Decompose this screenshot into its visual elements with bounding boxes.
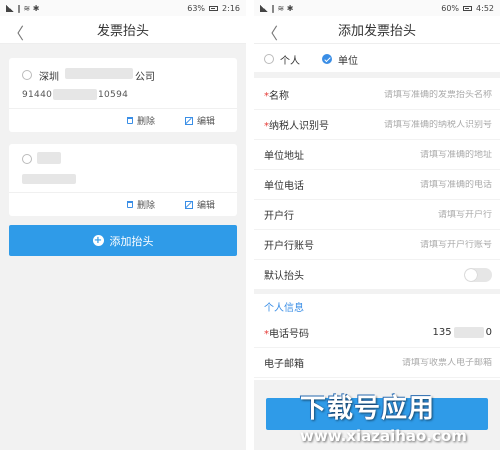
bank-account-input[interactable] [352, 239, 492, 250]
page-title: 添加发票抬头 [337, 24, 416, 39]
delete-button[interactable]: 删除 [127, 198, 155, 211]
watermark: 下载号应用 www.xiazaihao.com [300, 388, 498, 448]
address-input[interactable] [352, 149, 492, 160]
invoice-title-card[interactable]: 深圳 公司 91440 10594 删除 编辑 [9, 58, 237, 132]
invoice-title-list-screen: ∥ ≋ ✱ 63% 2:16 〈 发票抬头 深圳 公司 91440 10594 … [0, 0, 246, 450]
watermark-logo: 下载号应用 [300, 394, 436, 424]
battery-icon [209, 5, 219, 11]
edit-button[interactable]: 编辑 [185, 198, 215, 211]
field-tax-id: *纳税人识别号 [254, 110, 500, 140]
field-label: 单位地址 [264, 151, 304, 162]
nav-bar: 〈 添加发票抬头 [254, 16, 500, 44]
field-label: 开户行 [264, 211, 294, 222]
invoice-title-card[interactable]: 删除 编辑 [9, 144, 237, 216]
company-name-suffix: 公司 [135, 72, 155, 83]
plus-icon: + [92, 235, 104, 246]
tax-id-input[interactable] [352, 119, 492, 130]
back-icon[interactable]: 〈 [262, 20, 278, 44]
field-name: *名称 [254, 80, 500, 110]
field-label: 开户行账号 [264, 241, 314, 252]
field-address: 单位地址 [254, 140, 500, 170]
field-label: 单位电话 [264, 181, 304, 192]
field-label: 电子邮箱 [264, 359, 304, 370]
status-icons: ∥ ≋ ✱ [271, 3, 294, 13]
edit-button[interactable]: 编辑 [185, 114, 215, 127]
field-bank-account: 开户行账号 [254, 230, 500, 260]
battery-icon [463, 5, 473, 11]
status-time: 2:16 [222, 3, 240, 13]
back-icon[interactable]: 〈 [8, 20, 24, 44]
tax-number-suffix: 10594 [98, 90, 129, 100]
redacted-block [37, 152, 61, 164]
redacted-block [65, 68, 133, 79]
page-title: 发票抬头 [96, 24, 149, 39]
delete-label: 删除 [137, 201, 156, 211]
battery-percent: 60% [441, 3, 460, 13]
type-option-label: 个人 [280, 55, 300, 67]
redacted-block [53, 89, 97, 100]
screen-gutter [246, 0, 254, 450]
card-radio[interactable] [22, 70, 32, 80]
toggle-knob [465, 268, 477, 281]
status-bar: ∥ ≋ ✱ 60% 4:52 [254, 0, 500, 16]
field-label: 名称 [269, 91, 289, 102]
card-divider [9, 108, 237, 109]
phone-value-suffix: 0 [485, 327, 492, 338]
edit-label: 编辑 [197, 201, 216, 211]
company-phone-input[interactable] [352, 179, 492, 190]
field-email: 电子邮箱 [254, 348, 500, 378]
field-bank: 开户行 [254, 200, 500, 230]
trash-icon [127, 117, 133, 124]
redacted-block [453, 327, 484, 338]
edit-label: 编辑 [197, 117, 216, 127]
card-divider [9, 192, 237, 193]
redacted-block [22, 174, 76, 184]
edit-icon [185, 200, 193, 209]
name-input[interactable] [352, 89, 492, 100]
status-time: 4:52 [476, 3, 494, 13]
radio-unchecked-icon [264, 54, 274, 64]
nav-bar: 〈 发票抬头 [0, 16, 246, 44]
section-title-personal: 个人信息 [254, 294, 500, 318]
title-type-selector: 个人 单位 [254, 46, 500, 72]
field-company-phone: 单位电话 [254, 170, 500, 200]
bank-input[interactable] [352, 209, 492, 220]
default-title-toggle[interactable] [464, 267, 492, 282]
email-input[interactable] [352, 357, 492, 368]
company-name-prefix: 深圳 [39, 72, 59, 83]
delete-button[interactable]: 删除 [127, 114, 155, 127]
delete-label: 删除 [137, 117, 156, 127]
add-invoice-title-screen: ∥ ≋ ✱ 60% 4:52 〈 添加发票抬头 个人 单位 *名称 *纳税人识别… [254, 0, 500, 450]
radio-checked-icon [322, 54, 332, 64]
signal-icon [6, 4, 14, 12]
battery-percent: 63% [187, 3, 206, 13]
add-title-button[interactable]: + 添加抬头 [9, 225, 237, 256]
signal-icon [260, 4, 268, 12]
field-label: 默认抬头 [264, 271, 304, 282]
field-default-title: 默认抬头 [254, 260, 500, 290]
status-icons: ∥ ≋ ✱ [17, 3, 40, 13]
section-separator [254, 72, 500, 78]
add-title-label: 添加抬头 [109, 234, 154, 248]
type-option-company[interactable]: 单位 [322, 52, 358, 67]
field-phone: *电话号码 135 0 [254, 318, 500, 348]
field-label: 电话号码 [269, 329, 309, 340]
type-option-label: 单位 [338, 55, 358, 67]
field-label: 纳税人识别号 [269, 121, 329, 132]
tax-number-prefix: 91440 [22, 90, 53, 100]
edit-icon [185, 116, 193, 125]
type-option-personal[interactable]: 个人 [264, 52, 300, 67]
status-bar: ∥ ≋ ✱ 63% 2:16 [0, 0, 246, 16]
card-radio[interactable] [22, 154, 32, 164]
phone-value-prefix: 135 [432, 327, 452, 338]
watermark-url: www.xiazaihao.com [300, 427, 467, 445]
phone-input[interactable]: 135 0 [433, 327, 492, 338]
trash-icon [127, 201, 133, 208]
